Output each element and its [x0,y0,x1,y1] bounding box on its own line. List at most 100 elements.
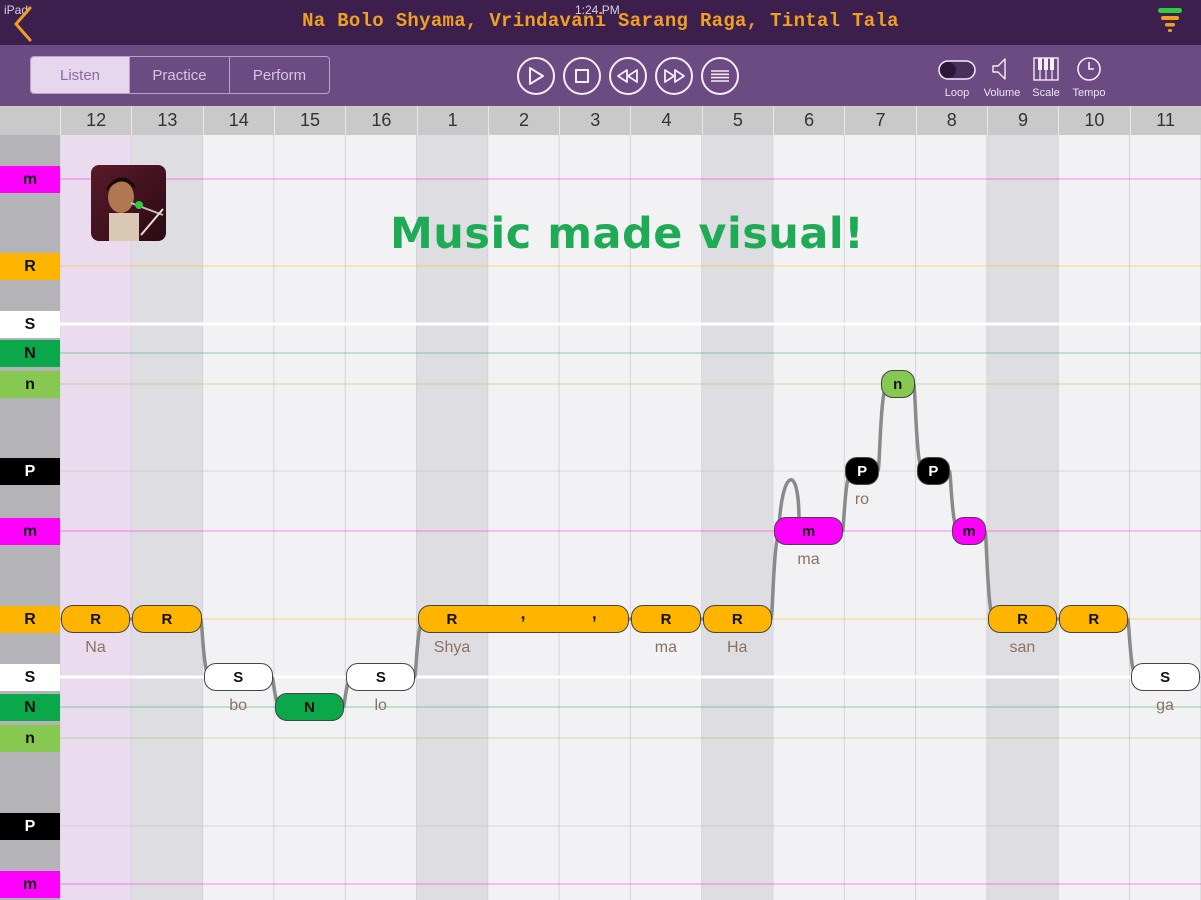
list-icon [711,70,729,82]
swara-label: P [0,813,60,840]
volume-control[interactable]: Volume [979,55,1025,99]
note-S[interactable]: S [346,663,416,691]
lyric-syllable: ma [654,639,677,656]
scale-control[interactable]: Scale [1023,55,1069,99]
tab-practice[interactable]: Practice [130,57,230,93]
swara-label: m [0,871,60,898]
title-bar: iPad 1:24 PM Na Bolo Shyama, Vrindavani … [0,0,1201,45]
fast-forward-button[interactable] [655,57,693,95]
note-m[interactable]: m [952,517,986,545]
tempo-label: Tempo [1072,87,1106,99]
note-R[interactable]: R [61,605,131,633]
beat-number: 8 [915,106,987,135]
tempo-control[interactable]: Tempo [1066,55,1112,99]
beat-column-shade [60,135,132,900]
note-swara-text: R [660,610,672,628]
lyric-syllable: san [1009,639,1036,656]
tagline: Music made visual! [390,209,865,259]
beat-header: 12 13 14 15 16 1 2 3 4 5 6 7 8 9 10 11 [0,106,1201,135]
beat-column-shade [986,135,1059,900]
beat-number: 10 [1058,106,1129,135]
tab-perform[interactable]: Perform [230,57,329,93]
notation-grid[interactable]: mRSNnPmRSNnPm Music made visual! R Na R Sbo… [0,135,1201,900]
note-swara-text: m [962,522,976,540]
stop-button[interactable] [563,57,601,95]
swara-label: S [0,311,60,338]
beat-number: 6 [773,106,844,135]
loop-label: Loop [944,87,970,99]
note-N[interactable]: N [274,693,345,721]
swara-label: N [0,694,60,721]
note-m[interactable]: m [774,517,844,545]
lyric-syllable: Na [85,639,106,656]
scale-label: Scale [1032,87,1060,99]
note-P[interactable]: P [916,457,951,485]
swara-label: S [0,664,60,691]
tab-listen[interactable]: Listen [31,57,130,93]
beat-number: 11 [1129,106,1201,135]
swara-label: P [0,458,60,485]
rewind-icon [617,69,638,83]
lyric-syllable: ga [1156,697,1174,714]
beat-number: 5 [701,106,773,135]
beat-number: 12 [60,106,131,135]
note-n[interactable]: n [880,370,915,398]
beat-number: 14 [202,106,274,135]
settings-menu-button[interactable] [1156,5,1184,35]
swara-label: N [0,340,60,367]
list-button[interactable] [701,57,739,95]
note-P[interactable]: P [845,457,879,485]
song-title: Na Bolo Shyama, Vrindavani Sarang Raga, … [302,10,899,32]
swara-label: R [0,253,60,280]
app-window: iPad 1:24 PM Na Bolo Shyama, Vrindavani … [0,0,1201,900]
play-button[interactable] [517,57,555,95]
swara-label: R [0,606,60,633]
beat-number: 2 [487,106,559,135]
beat-number: 7 [844,106,915,135]
menu-icon [1158,8,1182,32]
lyric-syllable: ma [797,551,820,568]
note-R[interactable]: R [987,605,1058,633]
note-swara-text: R [731,610,743,628]
note-swara-text: m [801,522,816,540]
swara-label: n [0,371,60,398]
lyric-syllable: lo [374,697,387,714]
hold-mark: , [591,603,597,623]
beat-number: 16 [345,106,416,135]
swara-label: n [0,725,60,752]
beat-number: 13 [131,106,202,135]
note-swara-text: S [233,668,244,686]
stop-icon [575,69,589,83]
note-swara-text: R [90,610,102,628]
beat-number: 3 [559,106,630,135]
note-R[interactable]: R [631,605,701,633]
swara-label: m [0,166,60,193]
note-swara-text: S [375,668,386,686]
toolbar: Listen Practice Perform Loop Volume Scal… [0,45,1201,106]
hold-mark: , [520,603,526,623]
note-swara-text: R [161,610,173,628]
lyric-syllable: Ha [726,639,748,656]
beat-number: 9 [986,106,1058,135]
loop-toggle[interactable]: Loop [934,55,980,99]
note-swara-text: R [446,610,458,628]
note-R[interactable]: R [1059,605,1129,633]
note-R[interactable]: R [132,605,202,633]
speaker-icon [979,55,1025,83]
note-swara-text: R [1017,610,1028,628]
lyric-syllable: bo [229,697,247,714]
artist-photo [91,165,166,241]
note-swara-text: n [893,375,903,393]
note-swara-text: P [928,462,939,480]
beat-column-shade [131,135,203,900]
lyric-syllable: Shya [433,639,471,656]
note-swara-text: P [857,462,868,480]
volume-label: Volume [983,87,1021,99]
note-R[interactable]: R [702,605,772,633]
fast-forward-icon [664,69,685,83]
piano-keys-icon [1023,55,1069,83]
rewind-button[interactable] [609,57,647,95]
note-S[interactable]: S [203,663,273,691]
note-swara-text: R [1088,610,1100,628]
note-S[interactable]: S [1130,663,1200,691]
